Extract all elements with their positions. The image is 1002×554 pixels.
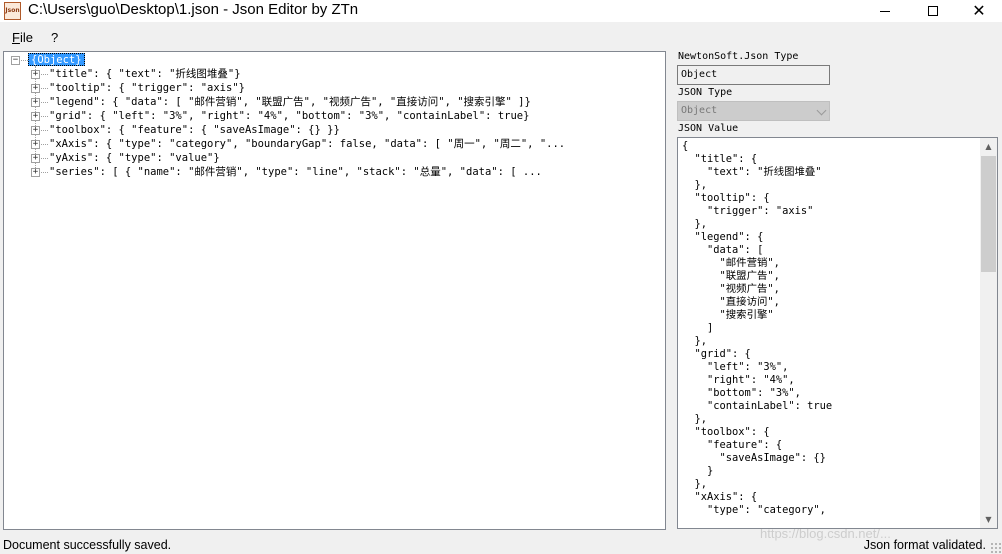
expand-icon[interactable]: + — [31, 154, 40, 163]
watermark: https://blog.csdn.net/... — [760, 526, 891, 541]
tree-connector — [41, 74, 48, 75]
expand-icon[interactable]: + — [31, 112, 40, 121]
tree-connector — [21, 60, 28, 61]
tree-node-grid[interactable]: "grid": { "left": "3%", "right": "4%", "… — [49, 109, 529, 123]
tree-connector — [41, 144, 48, 145]
expand-icon[interactable]: + — [31, 98, 40, 107]
tree-connector — [41, 158, 48, 159]
collapse-icon[interactable]: − — [11, 56, 20, 65]
newtonsoft-type-field[interactable]: Object — [677, 65, 830, 85]
menu-bar: File ? — [0, 27, 200, 47]
window-title: C:\Users\guo\Desktop\1.json - Json Edito… — [28, 1, 359, 18]
tree-node-toolbox[interactable]: "toolbox": { "feature": { "saveAsImage":… — [49, 123, 340, 137]
tree-node-title[interactable]: "title": { "text": "折线图堆叠"} — [49, 67, 241, 81]
tree-connector — [41, 172, 48, 173]
resize-grip-icon[interactable] — [990, 542, 1001, 553]
json-type-label: JSON Type — [678, 87, 733, 98]
tree-node-xaxis[interactable]: "xAxis": { "type": "category", "boundary… — [49, 137, 565, 151]
tree-node-tooltip[interactable]: "tooltip": { "trigger": "axis"} — [49, 81, 245, 95]
tree-connector — [41, 116, 48, 117]
title-bar: Json C:\Users\guo\Desktop\1.json - Json … — [0, 0, 1002, 22]
json-type-value: Object — [681, 105, 718, 116]
menu-file[interactable]: File — [12, 30, 33, 45]
tree-connector — [41, 130, 48, 131]
tree-connector — [41, 88, 48, 89]
close-icon: ✕ — [972, 1, 986, 20]
minimize-button[interactable] — [862, 0, 908, 22]
expand-icon[interactable]: + — [31, 84, 40, 93]
json-tree-view[interactable]: − {Object} + "title": { "text": "折线图堆叠"}… — [3, 51, 666, 530]
scroll-down-icon[interactable]: ▼ — [980, 511, 997, 528]
close-button[interactable]: ✕ — [956, 0, 1002, 22]
json-value-label: JSON Value — [678, 123, 739, 134]
status-message: Document successfully saved. — [3, 538, 172, 552]
tree-root-node[interactable]: {Object} — [28, 53, 85, 66]
scroll-up-icon[interactable]: ▲ — [980, 138, 997, 155]
json-app-icon: Json — [4, 2, 21, 20]
expand-icon[interactable]: + — [31, 126, 40, 135]
expand-icon[interactable]: + — [31, 70, 40, 79]
json-value-editor[interactable]: { "title": { "text": "折线图堆叠" }, "tooltip… — [677, 137, 998, 529]
vertical-scrollbar[interactable]: ▲ ▼ — [980, 138, 997, 528]
expand-icon[interactable]: + — [31, 140, 40, 149]
newtonsoft-type-label: NewtonSoft.Json Type — [678, 51, 799, 62]
tree-node-yaxis[interactable]: "yAxis": { "type": "value"} — [49, 151, 220, 165]
menu-help[interactable]: ? — [51, 30, 58, 45]
maximize-icon — [928, 6, 938, 16]
minimize-icon — [880, 10, 890, 12]
tree-connector — [41, 102, 48, 103]
tree-node-legend[interactable]: "legend": { "data": [ "邮件营销", "联盟广告", "视… — [49, 95, 531, 109]
tree-node-series[interactable]: "series": [ { "name": "邮件营销", "type": "l… — [49, 165, 542, 179]
json-type-dropdown[interactable]: Object — [677, 101, 830, 121]
expand-icon[interactable]: + — [31, 168, 40, 177]
maximize-button[interactable] — [910, 0, 956, 22]
chevron-down-icon — [816, 105, 827, 116]
scroll-thumb[interactable] — [981, 156, 996, 272]
json-value-text[interactable]: { "title": { "text": "折线图堆叠" }, "tooltip… — [682, 140, 832, 517]
